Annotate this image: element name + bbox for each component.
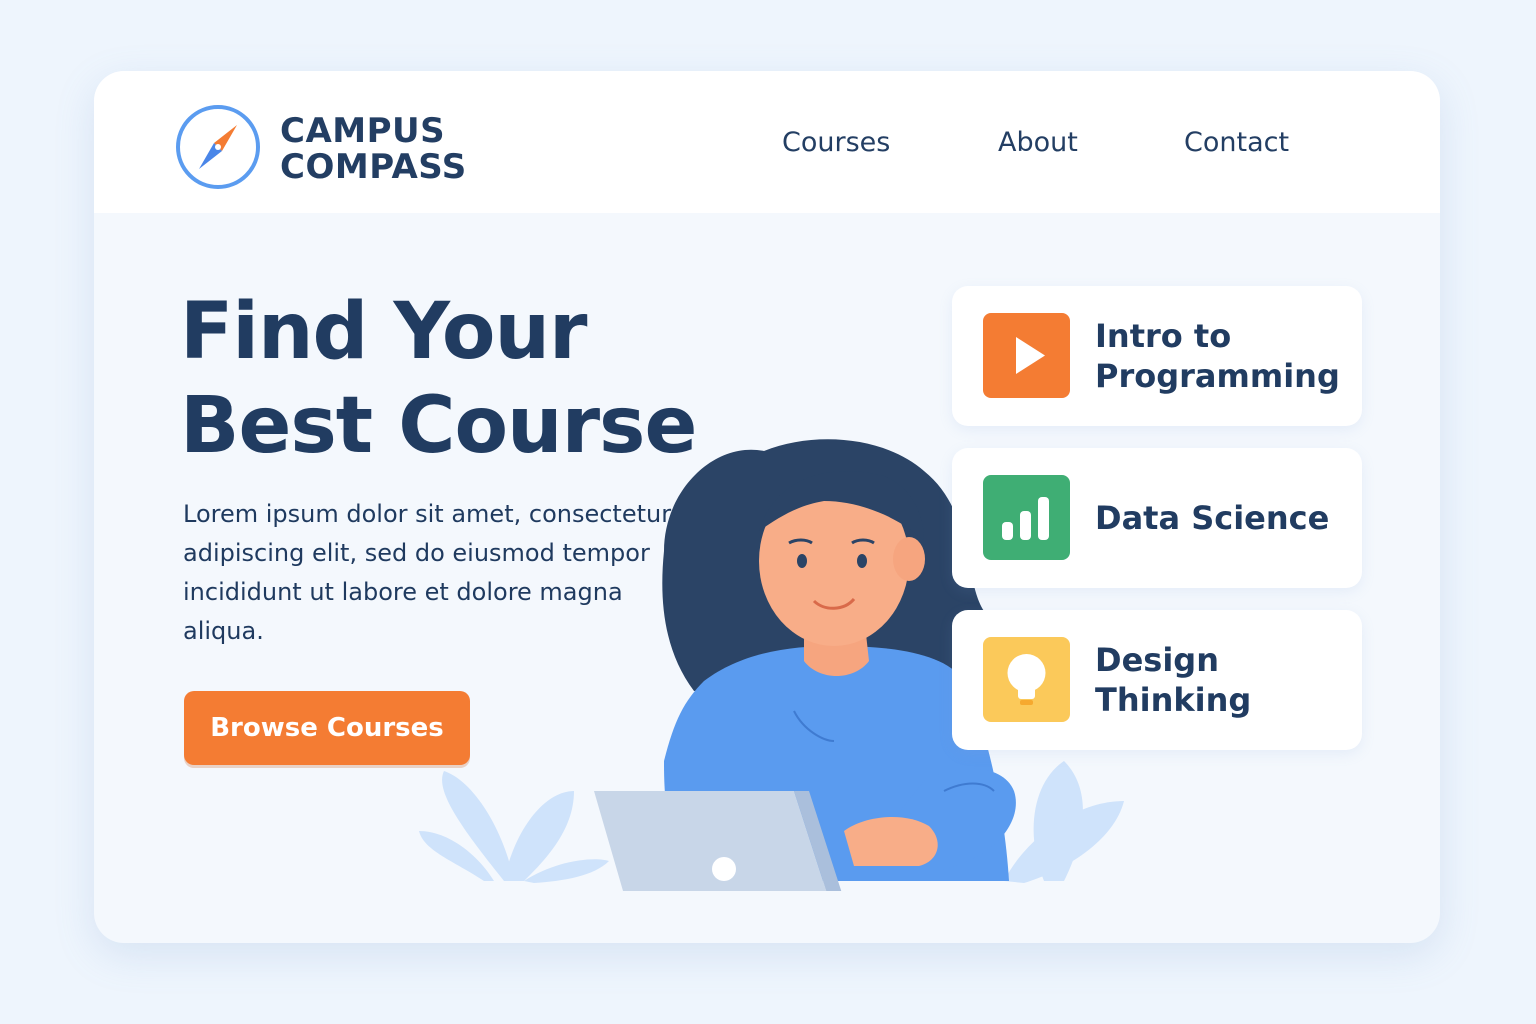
compass-logo-icon[interactable] [174, 103, 262, 191]
brand-line-1: CAMPUS [280, 111, 446, 151]
course-label: Data Science [1095, 499, 1330, 537]
brand-name[interactable]: CAMPUS COMPASS [280, 113, 467, 185]
site-header: CAMPUS COMPASS Courses About Contact [94, 71, 1440, 213]
lightbulb-icon [983, 637, 1070, 722]
brand-line-2: COMPASS [280, 147, 467, 187]
nav-courses[interactable]: Courses [782, 127, 890, 158]
bar-chart-icon [983, 475, 1070, 560]
course-card-design-thinking[interactable]: Design Thinking [952, 610, 1362, 750]
nav-contact[interactable]: Contact [1184, 127, 1289, 158]
nav-about[interactable]: About [998, 127, 1078, 158]
course-label: Design Thinking [1095, 641, 1252, 719]
course-card-data-science[interactable]: Data Science [952, 448, 1362, 588]
plant-left-illustration [419, 771, 609, 883]
landing-card: CAMPUS COMPASS Courses About Contact Fin… [94, 71, 1440, 943]
play-icon [983, 313, 1070, 398]
course-card-intro-to-programming[interactable]: Intro to Programming [952, 286, 1362, 426]
course-label: Intro to Programming [1095, 317, 1340, 395]
